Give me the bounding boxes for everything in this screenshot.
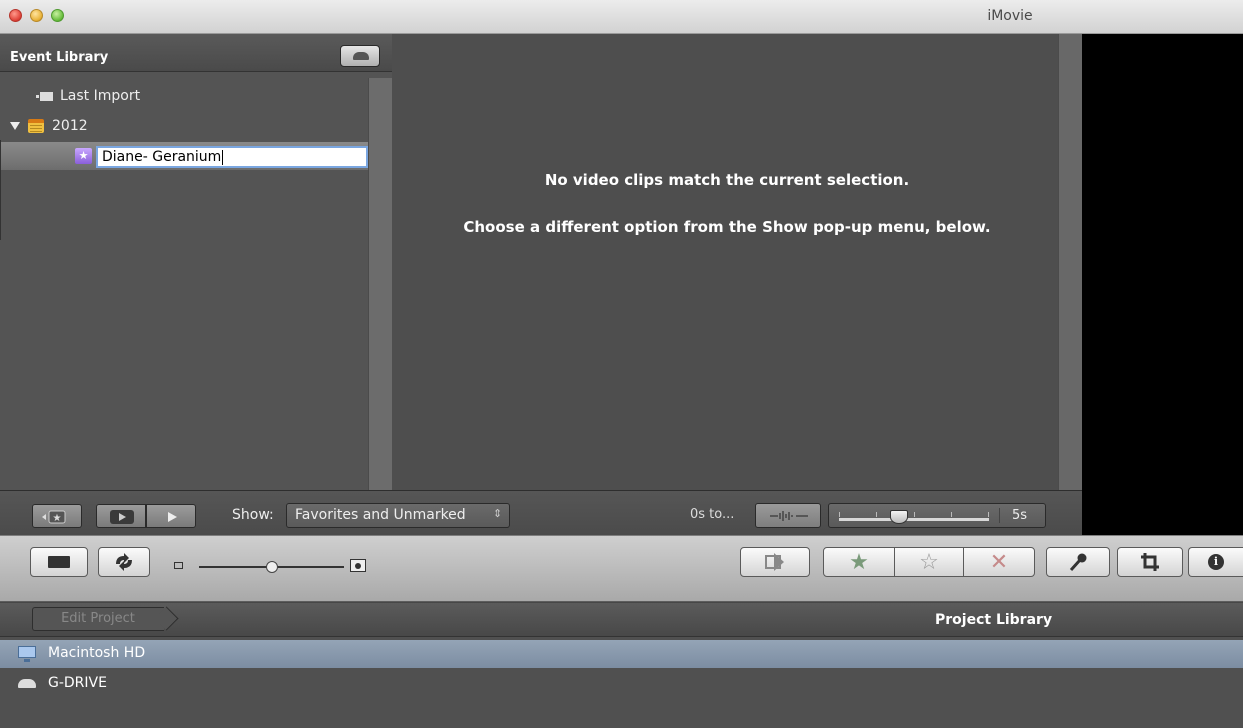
waveform-icon [770, 511, 808, 521]
clapper-icon [36, 92, 53, 101]
event-viewer [392, 34, 1062, 490]
crop-button[interactable] [1117, 547, 1183, 577]
audio-waveform-button[interactable] [755, 503, 821, 528]
mark-favorite-button[interactable]: ★ [823, 547, 895, 577]
external-drive-icon [18, 679, 36, 688]
event-library-title: Event Library [10, 50, 109, 65]
camera-import-button[interactable] [30, 547, 88, 577]
play-fullscreen-icon [110, 510, 134, 524]
event-toolbar: ★ Show: Favorites and Unmarked ⇕ 0s to..… [0, 490, 1082, 535]
camera-icon [48, 556, 70, 568]
title-bar: iMovie [0, 0, 1243, 34]
sidebar-item-label: Last Import [60, 88, 141, 104]
duration-max-label: 5s [999, 508, 1039, 523]
show-filter-value: Favorites and Unmarked [295, 507, 466, 523]
viewer-scrollbar[interactable] [1058, 34, 1082, 534]
inspector-button[interactable]: i [1188, 547, 1243, 577]
project-library-header: Edit Project Project Library [0, 603, 1243, 637]
event-rename-input[interactable]: Diane- Geranium [96, 146, 368, 168]
edit-project-label: Edit Project [61, 611, 135, 626]
reject-button[interactable]: ✕ [963, 547, 1035, 577]
event-library-header: Event Library [0, 34, 392, 72]
swap-events-projects-button[interactable] [98, 547, 150, 577]
duration-label: 0s to... [690, 507, 735, 522]
sidebar-item-diane-geranium[interactable]: ★ Diane- Geranium [0, 142, 368, 170]
window-title: iMovie [987, 8, 1033, 24]
thumbnail-slider-track [199, 561, 344, 573]
small-thumbnail-icon [174, 562, 183, 569]
duration-slider-knob[interactable] [890, 510, 908, 524]
show-event-list-button[interactable]: ★ [32, 504, 82, 528]
unmark-button[interactable]: ☆ [894, 547, 964, 577]
add-to-project-icon [765, 553, 784, 571]
thumbnail-size-slider[interactable] [174, 559, 384, 578]
drive-item-g-drive[interactable]: G-DRIVE [0, 670, 1243, 698]
show-label: Show: [232, 507, 274, 523]
large-thumbnail-icon [350, 559, 366, 572]
sidebar-scrollbar[interactable] [368, 78, 392, 490]
preview-pane [1082, 34, 1243, 535]
crop-icon [1141, 553, 1159, 571]
sidebar-item-label: 2012 [52, 118, 88, 134]
rename-input-value: Diane- Geranium [102, 149, 222, 165]
eject-icon [353, 52, 369, 60]
favorite-star-icon: ★ [849, 549, 869, 575]
select-arrows-icon: ⇕ [493, 507, 503, 520]
main-toolbar: ★ ☆ ✕ i [0, 535, 1243, 602]
empty-message-secondary: Choose a different option from the Show … [463, 218, 991, 236]
star-event-icon: ★ [75, 148, 92, 164]
info-icon: i [1208, 554, 1224, 570]
duration-slider-track [839, 510, 989, 524]
play-fullscreen-button[interactable] [96, 504, 146, 528]
empty-message-primary: No video clips match the current selecti… [544, 171, 910, 189]
play-button[interactable] [146, 504, 196, 528]
event-list-icon: ★ [42, 510, 66, 524]
svg-text:★: ★ [53, 513, 62, 524]
voiceover-button[interactable] [1046, 547, 1110, 577]
disclosure-triangle-icon[interactable] [10, 122, 20, 130]
close-window-button[interactable] [9, 9, 22, 22]
zoom-window-button[interactable] [51, 9, 64, 22]
thumbnail-slider-knob[interactable] [265, 561, 278, 573]
sidebar-item-2012[interactable]: 2012 [0, 114, 368, 138]
text-caret [222, 149, 224, 165]
edit-project-button[interactable]: Edit Project [32, 606, 179, 631]
show-filter-select[interactable]: Favorites and Unmarked ⇕ [286, 503, 510, 528]
window-edge [0, 140, 4, 240]
reject-x-icon: ✕ [989, 549, 1009, 575]
swap-icon [116, 553, 132, 571]
drive-item-macintosh-hd[interactable]: Macintosh HD [0, 640, 1243, 668]
calendar-icon [28, 119, 44, 133]
drive-label: Macintosh HD [48, 645, 146, 661]
voiceover-mic-icon [1069, 553, 1087, 572]
project-library-list: Macintosh HD G-DRIVE [0, 637, 1243, 728]
project-library-title: Project Library [935, 612, 1053, 628]
sidebar-item-last-import[interactable]: Last Import [0, 84, 368, 108]
computer-drive-icon [18, 646, 36, 662]
play-icon [168, 512, 177, 522]
minimize-window-button[interactable] [30, 9, 43, 22]
duration-slider[interactable]: 5s [828, 503, 1046, 528]
eject-drive-button[interactable] [340, 45, 380, 67]
event-library-panel: Event Library Last Import 2012 ★ Diane- … [0, 34, 392, 490]
drive-label: G-DRIVE [48, 675, 107, 691]
add-to-project-button[interactable] [740, 547, 810, 577]
unmark-star-icon: ☆ [919, 549, 939, 575]
